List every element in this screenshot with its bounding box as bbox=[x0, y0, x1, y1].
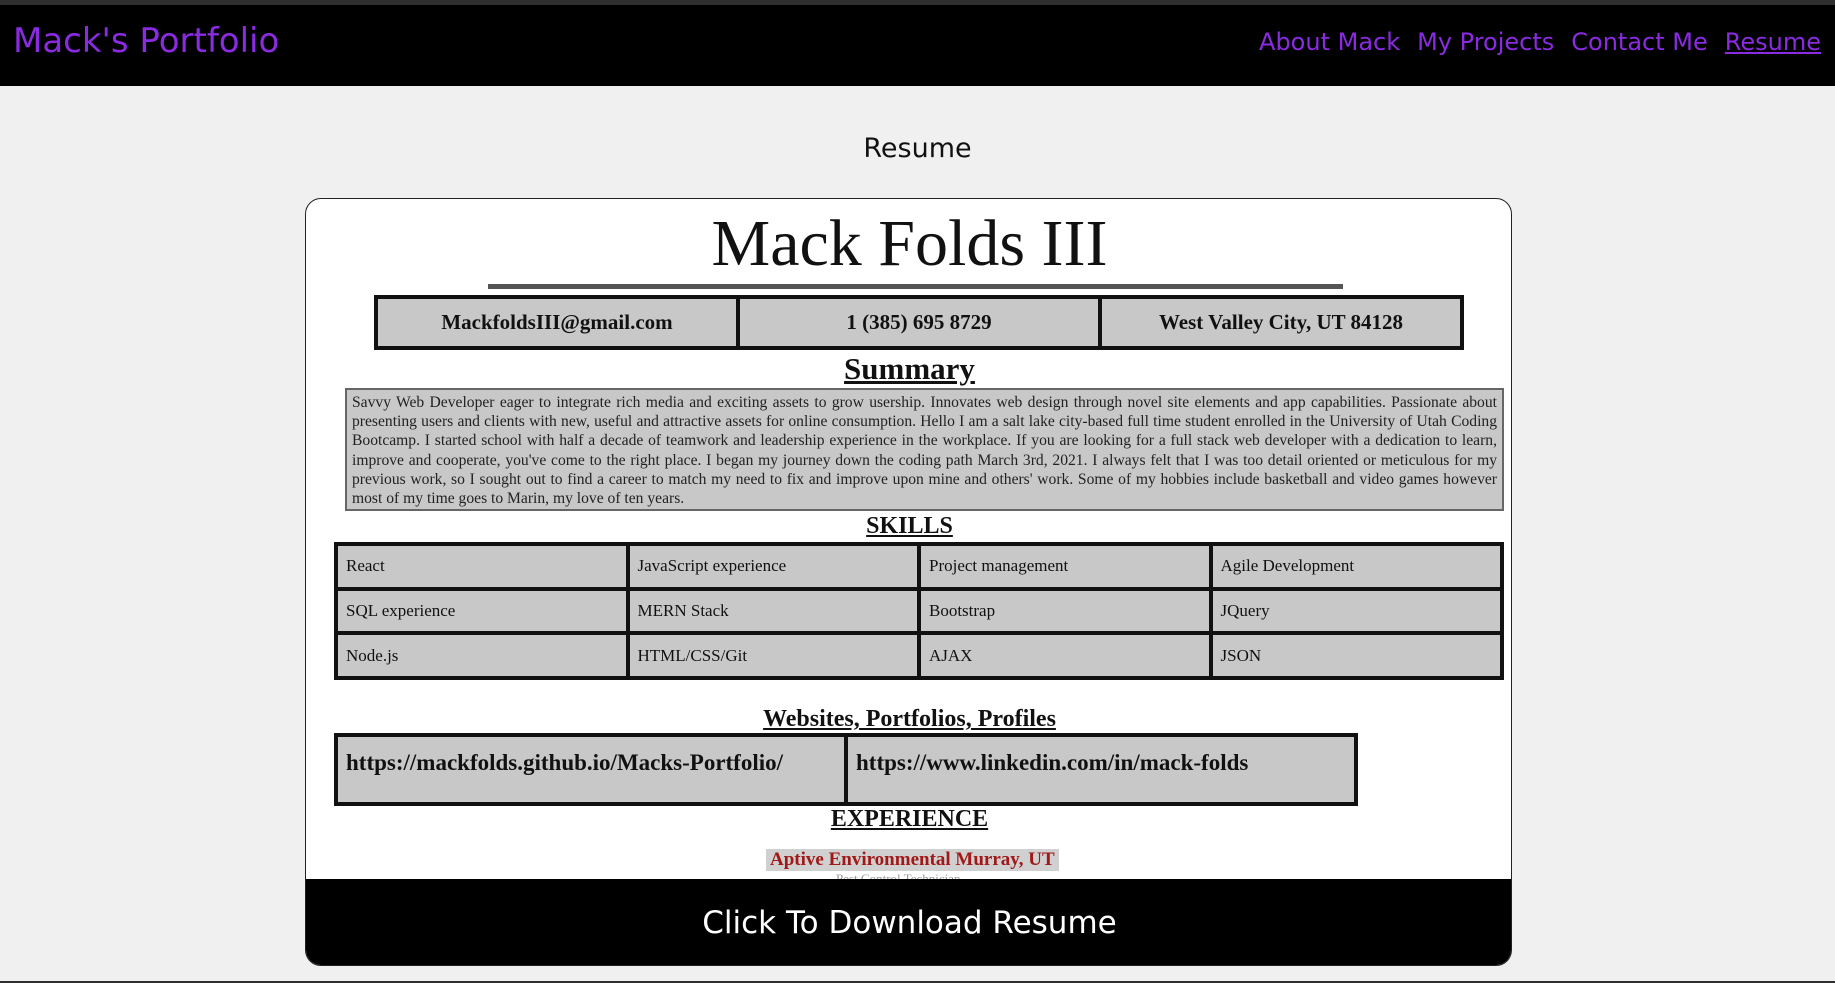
skill-cell: SQL experience bbox=[336, 588, 628, 634]
nav-link-contact[interactable]: Contact Me bbox=[1571, 28, 1707, 56]
skills-table: React JavaScript experience Project mana… bbox=[334, 542, 1504, 680]
navbar: Mack's Portfolio About Mack My Projects … bbox=[0, 5, 1835, 86]
skill-cell: JavaScript experience bbox=[627, 544, 919, 589]
skill-cell: Bootstrap bbox=[919, 588, 1211, 634]
name-divider bbox=[488, 284, 1343, 289]
skill-cell: HTML/CSS/Git bbox=[627, 633, 919, 678]
download-resume-button[interactable]: Click To Download Resume bbox=[306, 879, 1511, 965]
experience-heading: EXPERIENCE bbox=[830, 806, 989, 832]
contact-table: MackfoldsIII@gmail.com 1 (385) 695 8729 … bbox=[374, 295, 1464, 350]
skill-cell: Project management bbox=[919, 544, 1211, 589]
summary-heading: Summary bbox=[844, 351, 975, 386]
contact-location: West Valley City, UT 84128 bbox=[1158, 310, 1404, 334]
skill-cell: JQuery bbox=[1210, 588, 1502, 634]
websites-heading: Websites, Portfolios, Profiles bbox=[763, 706, 1056, 732]
nav-link-about[interactable]: About Mack bbox=[1259, 28, 1400, 56]
resume-name: Mack Folds III bbox=[711, 207, 1108, 280]
skills-heading: SKILLS bbox=[866, 513, 953, 539]
websites-table: https://mackfolds.github.io/Macks-Portfo… bbox=[334, 733, 1358, 806]
skill-cell: React bbox=[336, 544, 628, 589]
website-portfolio: https://mackfolds.github.io/Macks-Portfo… bbox=[338, 737, 848, 802]
skill-cell: Node.js bbox=[336, 633, 628, 678]
nav-links: About Mack My Projects Contact Me Resume bbox=[1259, 28, 1821, 56]
brand-link[interactable]: Mack's Portfolio bbox=[13, 21, 279, 61]
skill-cell: MERN Stack bbox=[627, 588, 919, 634]
nav-link-projects[interactable]: My Projects bbox=[1417, 28, 1554, 56]
nav-link-resume[interactable]: Resume bbox=[1725, 28, 1821, 56]
skill-cell: JSON bbox=[1210, 633, 1502, 678]
resume-preview: Mack Folds III MackfoldsIII@gmail.com 1 … bbox=[306, 199, 1511, 879]
skill-cell: AJAX bbox=[919, 633, 1211, 678]
skill-cell: Agile Development bbox=[1210, 544, 1502, 589]
job-role: Pest Control Technician bbox=[836, 871, 961, 879]
resume-card: Mack Folds III MackfoldsIII@gmail.com 1 … bbox=[305, 198, 1512, 966]
job-title: Aptive Environmental Murray, UT bbox=[766, 849, 1059, 871]
contact-phone: 1 (385) 695 8729 bbox=[740, 299, 1102, 346]
website-linkedin: https://www.linkedin.com/in/mack-folds bbox=[856, 749, 1249, 775]
summary-text: Savvy Web Developer eager to integrate r… bbox=[345, 388, 1504, 511]
section-title: Resume bbox=[863, 133, 972, 164]
contact-email: MackfoldsIII@gmail.com bbox=[378, 299, 740, 346]
